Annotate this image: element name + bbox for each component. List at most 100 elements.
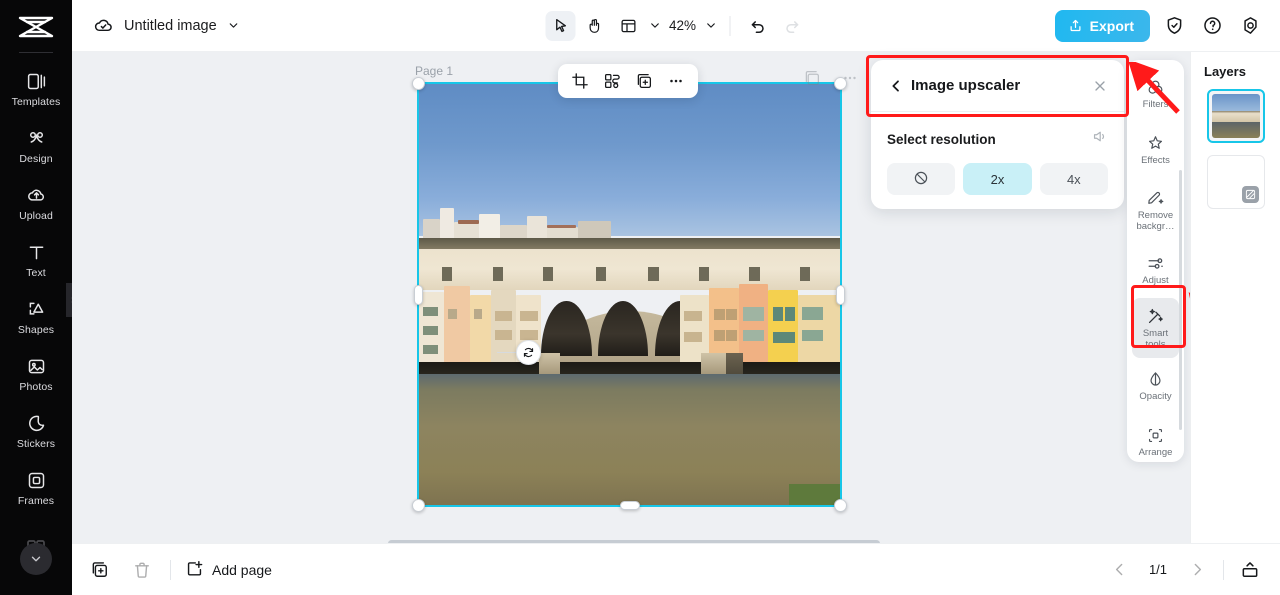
brand-logo-icon[interactable] [16,14,56,40]
duplicate-page-button[interactable] [86,556,114,584]
resize-handle-bottom-left[interactable] [412,499,425,512]
hand-tool-button[interactable] [580,11,610,41]
frames-icon [25,470,47,492]
resize-handle-bottom-right[interactable] [834,499,847,512]
bottom-toolbar: Add page 1/1 [72,543,1280,595]
prev-page-button[interactable] [1105,556,1133,584]
add-page-button[interactable]: Add page [185,559,272,581]
zoom-chevron-down-icon[interactable] [704,19,718,33]
select-resolution-row: Select resolution [887,128,1108,150]
sidebar-label: Shapes [17,323,55,336]
sidebar-label: Templates [11,95,61,108]
sidebar-item-templates[interactable]: Templates [0,61,72,117]
selected-image-object[interactable] [412,77,847,512]
resize-handle-bottom[interactable] [619,501,640,510]
sidebar-item-list: Templates Design Upload Text Shapes Phot… [0,61,72,517]
resolution-4x-button[interactable]: 4x [1039,163,1108,195]
shapes-icon [25,299,47,321]
resize-handle-left[interactable] [414,284,423,305]
export-button-label: Export [1089,17,1134,34]
fit-screen-button[interactable] [1236,556,1264,584]
sidebar-item-photos[interactable]: Photos [0,346,72,402]
tool-opacity[interactable]: Opacity [1132,358,1179,414]
layers-panel-title: Layers [1204,64,1246,79]
tool-effects[interactable]: Effects [1132,122,1179,178]
sidebar-label: Design [19,152,53,165]
sidebar-item-design[interactable]: Design [0,118,72,174]
tool-rail-scrollbar[interactable] [1179,170,1182,430]
adjust-sliders-icon [1146,253,1166,273]
remove-background-icon [1146,188,1166,208]
sidebar-label: Upload [19,209,53,222]
sidebar-label: Frames [17,494,55,507]
duplicate-button[interactable] [630,67,658,95]
sidebar-item-text[interactable]: Text [0,232,72,288]
close-icon[interactable] [1090,76,1110,96]
tool-adjust[interactable]: Adjust [1132,242,1179,298]
sidebar-label: Text [26,266,46,279]
sidebar-item-stickers[interactable]: Stickers [0,403,72,459]
sidebar-item-upload[interactable]: Upload [0,175,72,231]
duplicate-ghost-button[interactable] [798,64,826,92]
ponte-vecchio-photo[interactable] [417,82,842,507]
select-resolution-label: Select resolution [887,131,996,147]
templates-icon [25,71,47,93]
layer-item-image[interactable] [1206,89,1265,143]
tool-label: Opacity [1139,391,1172,403]
sidebar-item-frames[interactable]: Frames [0,460,72,516]
no-none-icon [913,170,929,189]
filters-icon [1146,77,1166,97]
shield-check-icon[interactable] [1160,12,1188,40]
layer-item-background[interactable] [1206,155,1265,209]
undo-button[interactable] [743,11,773,41]
tool-label: Arrange [1138,447,1173,459]
segment-button[interactable] [598,67,626,95]
zoom-level-value[interactable]: 42% [666,18,700,33]
layout-chevron-down-icon[interactable] [648,19,662,33]
sidebar-expand-button[interactable] [20,543,52,575]
cloud-saved-icon[interactable] [92,15,114,37]
announce-icon[interactable] [1091,128,1108,150]
transparent-swatch-icon [1241,186,1259,203]
upload-cloud-icon [25,185,47,207]
rotate-handle[interactable] [516,340,541,365]
chevron-left-icon[interactable] [887,77,905,95]
tool-label: Adjust [1142,275,1169,287]
stickers-icon [25,413,47,435]
delete-page-button[interactable] [128,556,156,584]
question-circle-icon[interactable] [1198,12,1226,40]
layer-thumbnail-image [1211,94,1260,138]
upscaler-header: Image upscaler [871,60,1124,112]
crop-button[interactable] [566,67,594,95]
tool-smart-tools[interactable]: Smart tools [1132,298,1179,358]
tool-arrange[interactable]: Arrange [1132,414,1179,462]
title-chevron-down-icon[interactable] [227,19,241,33]
layout-tool-button[interactable] [614,11,644,41]
tool-filters[interactable]: Filters [1132,66,1179,122]
document-title[interactable]: Untitled image [124,18,217,34]
more-options-button[interactable] [662,67,690,95]
next-page-button[interactable] [1183,556,1211,584]
resize-handle-right[interactable] [836,284,845,305]
tool-remove-background[interactable]: Remove backgr… [1132,178,1179,242]
resolution-none-button[interactable] [887,163,956,195]
sidebar-divider [19,52,53,53]
arrange-icon [1146,425,1166,445]
upscaler-panel-title: Image upscaler [911,77,1021,94]
select-tool-button[interactable] [545,10,576,41]
bottom-left-actions: Add page [86,556,272,584]
more-ghost-button[interactable] [836,64,864,92]
sidebar-item-shapes[interactable]: Shapes [0,289,72,345]
redo-button[interactable] [777,11,807,41]
photo-arch-left [541,300,592,356]
sidebar-label: Photos [19,380,53,393]
resolution-2x-label: 2x [990,171,1005,187]
resize-handle-top-left[interactable] [412,77,425,90]
gear-icon[interactable] [1236,12,1264,40]
object-float-toolbar [558,64,698,98]
export-button[interactable]: Export [1054,9,1150,42]
layers-panel: Layers [1190,52,1280,543]
resolution-2x-button[interactable]: 2x [963,163,1032,195]
image-upscaler-panel: Image upscaler Select resolution 2x 4x [871,60,1124,209]
document-group: Untitled image [92,15,241,37]
